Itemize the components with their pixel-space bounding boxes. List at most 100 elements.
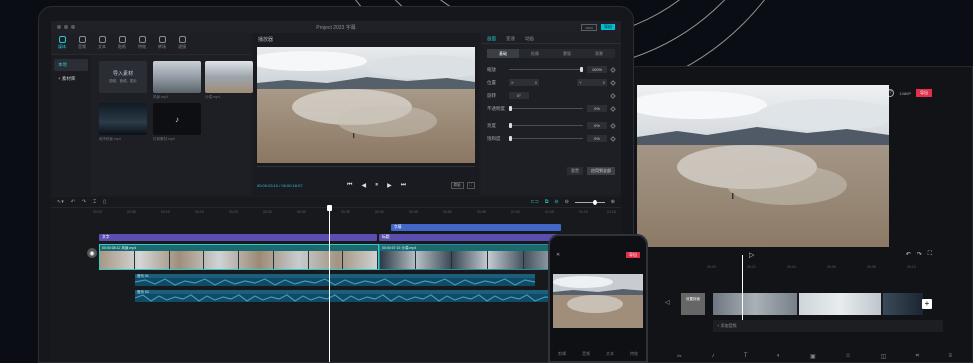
tablet-export-button[interactable]: 导出 xyxy=(916,89,932,97)
fullscreen-icon[interactable]: ⛶ xyxy=(928,251,932,258)
keyframe-icon[interactable] xyxy=(610,122,616,129)
prev-frame-icon[interactable]: ◀ xyxy=(361,182,366,189)
rotate-value[interactable]: 0° xyxy=(509,92,529,99)
magnet-icon[interactable]: ⊂⊃ xyxy=(530,199,538,205)
scale-label: 缩放 xyxy=(487,66,496,72)
sticker-icon[interactable]: ☺ xyxy=(845,353,851,360)
media-thumbnail[interactable]: ♪ xyxy=(153,103,201,135)
timeline-playhead[interactable] xyxy=(327,205,332,362)
scale-slider[interactable] xyxy=(509,67,584,72)
opacity-value[interactable]: 0% xyxy=(587,105,607,112)
add-audio-track[interactable]: + 添加音频 xyxy=(713,320,943,332)
audio-icon[interactable]: ♪ xyxy=(711,353,714,360)
track-cover-icon[interactable]: ◉ xyxy=(87,248,97,258)
reset-button[interactable]: 重置 xyxy=(567,167,583,175)
keyframe-icon[interactable] xyxy=(610,66,616,73)
subtab-background[interactable]: 背景 xyxy=(583,49,615,58)
delete-icon[interactable]: ▯ xyxy=(103,199,106,205)
ratio-button[interactable]: 原始 xyxy=(450,181,464,189)
close-icon[interactable]: ✕ xyxy=(556,252,560,258)
mute-icon[interactable]: ◁ xyxy=(665,299,670,306)
tool-media[interactable]: 媒体 xyxy=(55,36,69,51)
tool-transition[interactable]: 转场 xyxy=(155,36,169,51)
keyframe-icon[interactable] xyxy=(610,135,616,142)
play-icon[interactable]: ▷ xyxy=(749,251,754,259)
link-icon[interactable]: ⧉ xyxy=(545,199,549,205)
undo-icon[interactable]: ↶ xyxy=(906,251,911,258)
overlay-icon[interactable]: ▣ xyxy=(810,353,816,360)
position-y-field[interactable]: Y0 xyxy=(577,79,607,86)
undo-icon[interactable]: ↶ xyxy=(71,199,75,205)
zoom-in-icon[interactable]: ⊕ xyxy=(611,199,615,205)
phone-export-button[interactable]: 导出 xyxy=(626,252,640,258)
subtab-mask[interactable]: 蒙版 xyxy=(551,49,583,58)
video-clip[interactable] xyxy=(883,293,923,315)
effects-icon[interactable]: ⌗ xyxy=(916,353,919,360)
saturation-slider[interactable] xyxy=(509,136,583,141)
fullscreen-icon[interactable]: ⛶ xyxy=(466,181,475,189)
tool-text[interactable]: 文本 xyxy=(95,36,109,51)
text-clip[interactable]: 字幕 xyxy=(391,224,561,231)
resolution-select[interactable]: 1080P xyxy=(899,91,911,96)
video-clip[interactable] xyxy=(799,293,881,315)
preview-axis-icon[interactable]: ⊖ xyxy=(554,199,558,205)
brightness-value[interactable]: 0% xyxy=(587,122,607,129)
split-icon[interactable]: ✂ xyxy=(677,353,682,360)
playback-progress[interactable] xyxy=(257,166,475,167)
skip-start-icon[interactable]: ⏮ xyxy=(347,182,352,189)
text-clip[interactable]: 标题 xyxy=(379,234,561,241)
phone-tool-effects[interactable]: 特效 xyxy=(630,351,638,357)
video-clip[interactable] xyxy=(713,293,797,315)
tool-filter[interactable]: 滤镜 xyxy=(175,36,189,51)
apply-all-button[interactable]: 应用到全部 xyxy=(587,167,615,175)
keyframe-icon[interactable] xyxy=(610,79,616,86)
sidebar-item-local[interactable]: 本地 xyxy=(54,59,88,71)
brightness-slider[interactable] xyxy=(509,123,583,128)
phone-tool-edit[interactable]: 剪辑 xyxy=(558,351,566,357)
tab-picture[interactable]: 画面 xyxy=(487,36,496,41)
filter-icon[interactable]: ◐ xyxy=(777,353,781,360)
tablet-playhead[interactable] xyxy=(742,255,743,325)
zoom-out-icon[interactable]: ⊖ xyxy=(565,199,569,205)
media-thumbnail[interactable] xyxy=(153,61,201,93)
media-thumbnail[interactable] xyxy=(205,61,253,93)
set-cover-button[interactable]: 设置封面 xyxy=(681,293,705,315)
next-frame-icon[interactable]: ▶ xyxy=(387,182,392,189)
tool-audio[interactable]: 音频 xyxy=(75,36,89,51)
zoom-slider[interactable] xyxy=(574,199,605,205)
skip-end-icon[interactable]: ⏭ xyxy=(401,182,406,189)
canvas-icon[interactable]: ◫ xyxy=(881,353,887,360)
adjust-icon[interactable]: ≡ xyxy=(948,353,952,360)
tab-animation[interactable]: 动画 xyxy=(525,36,534,41)
redo-icon[interactable]: ↷ xyxy=(82,199,86,205)
phone-tool-audio[interactable]: 音频 xyxy=(582,351,590,357)
select-tool-icon[interactable]: ↖▾ xyxy=(57,199,64,205)
tool-sticker[interactable]: 贴纸 xyxy=(115,36,129,51)
pause-icon[interactable]: ⏸ xyxy=(375,182,378,189)
sidebar-item-library[interactable]: + 素材库 xyxy=(54,73,88,85)
tab-speed[interactable]: 变速 xyxy=(506,36,515,41)
import-button[interactable]: 导入素材 视频、音频、图片 xyxy=(99,61,147,93)
text-icon[interactable]: T xyxy=(744,353,748,360)
keyframe-icon[interactable] xyxy=(610,105,616,112)
redo-icon[interactable]: ↷ xyxy=(917,251,922,258)
split-icon[interactable]: ⌶ xyxy=(93,199,96,205)
subtab-basic[interactable]: 基础 xyxy=(487,49,519,58)
add-clip-button[interactable]: + xyxy=(922,299,932,309)
video-clip-main[interactable]: 00:00:08:12 风景.mp4 xyxy=(99,244,379,270)
audio-clip[interactable]: 音乐 01 xyxy=(135,274,535,286)
subtab-chroma[interactable]: 抠像 xyxy=(519,49,551,58)
tool-effects[interactable]: 特效 xyxy=(135,36,149,51)
keyframe-icon[interactable] xyxy=(610,92,616,99)
tablet-video-track[interactable] xyxy=(713,293,923,315)
text-clip[interactable]: 文字 xyxy=(99,234,377,241)
opacity-slider[interactable] xyxy=(509,106,583,111)
video-clip-second[interactable]: 00:00:07:15 沙漠.mp4 xyxy=(379,244,561,270)
scale-value[interactable]: 100% xyxy=(587,66,607,73)
phone-tool-text[interactable]: 文本 xyxy=(606,351,614,357)
media-thumbnail[interactable] xyxy=(99,103,147,135)
position-x-field[interactable]: X0 xyxy=(509,79,539,86)
saturation-value[interactable]: 0% xyxy=(587,135,607,142)
audio-clip[interactable]: 音乐 02 xyxy=(135,290,555,302)
timeline-ruler[interactable]: 00:00 00:05 00:10 00:15 00:20 00:25 00:3… xyxy=(51,208,621,218)
